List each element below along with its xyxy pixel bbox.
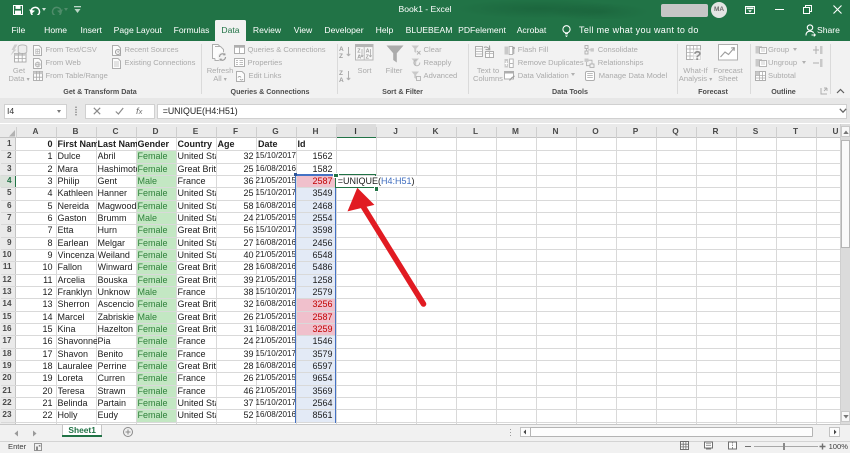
svg-text:A: A: [339, 77, 344, 82]
svg-text:Z: Z: [339, 53, 343, 58]
svg-text:A: A: [339, 46, 344, 53]
svg-text:?: ?: [694, 48, 702, 63]
